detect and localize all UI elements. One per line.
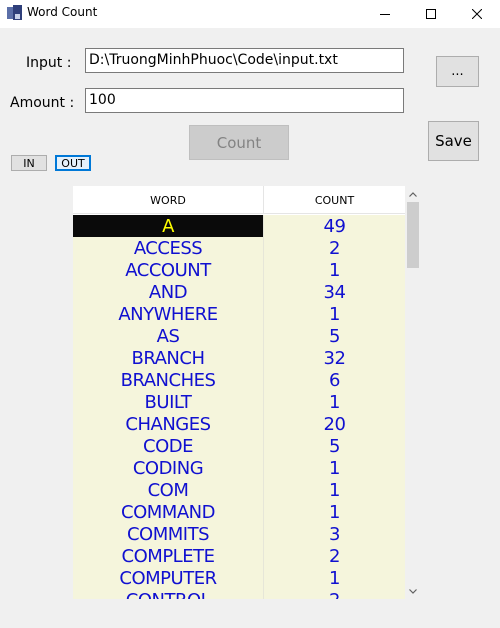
count-cell[interactable]: 49: [263, 215, 405, 237]
word-cell[interactable]: COM: [73, 479, 263, 501]
vertical-scrollbar[interactable]: [405, 186, 421, 599]
table-row[interactable]: BRANCH 32: [73, 347, 405, 369]
count-cell[interactable]: 1: [263, 501, 405, 523]
in-button-label: IN: [23, 156, 35, 170]
maximize-icon: [426, 9, 436, 19]
out-button[interactable]: OUT: [55, 155, 91, 171]
count-cell[interactable]: 32: [263, 347, 405, 369]
maximize-button[interactable]: [408, 0, 454, 28]
word-cell[interactable]: CHANGES: [73, 413, 263, 435]
app-icon: [7, 5, 23, 21]
table-row[interactable]: COMPLETE 2: [73, 545, 405, 567]
table-row[interactable]: BRANCHES 6: [73, 369, 405, 391]
word-cell[interactable]: BUILT: [73, 391, 263, 413]
count-cell[interactable]: 1: [263, 567, 405, 589]
word-cell[interactable]: BRANCHES: [73, 369, 263, 391]
close-button[interactable]: [454, 0, 500, 28]
table-row[interactable]: CODE 5: [73, 435, 405, 457]
input-path-field[interactable]: D:\TruongMinhPhuoc\Code\input.txt: [85, 48, 404, 73]
word-cell[interactable]: AND: [73, 281, 263, 303]
count-cell[interactable]: 2: [263, 545, 405, 567]
word-cell[interactable]: ANYWHERE: [73, 303, 263, 325]
window-title: Word Count: [27, 5, 98, 19]
amount-field[interactable]: 100: [85, 88, 404, 113]
browse-button[interactable]: ...: [436, 56, 479, 87]
count-cell[interactable]: 3: [263, 523, 405, 545]
grid-header: WORD COUNT: [73, 186, 405, 214]
grid-rows: A 49 ACCESS 2 ACCOUNT 1 AND 34 ANYWHERE 1 AS 5 BRANC…: [73, 215, 405, 599]
count-cell[interactable]: 5: [263, 325, 405, 347]
count-cell[interactable]: 1: [263, 259, 405, 281]
table-row[interactable]: COMPUTER 1: [73, 567, 405, 589]
word-cell[interactable]: COMPLETE: [73, 545, 263, 567]
input-label: Input :: [26, 55, 72, 71]
count-cell[interactable]: 2: [263, 237, 405, 259]
table-row[interactable]: ACCESS 2: [73, 237, 405, 259]
word-cell[interactable]: COMMITS: [73, 523, 263, 545]
table-row[interactable]: COMMITS 3: [73, 523, 405, 545]
word-cell[interactable]: ACCOUNT: [73, 259, 263, 281]
count-cell[interactable]: 1: [263, 479, 405, 501]
count-cell[interactable]: 2: [263, 589, 405, 599]
minimize-button[interactable]: [362, 0, 408, 28]
word-cell[interactable]: A: [73, 215, 263, 237]
out-button-label: OUT: [61, 156, 85, 170]
count-cell[interactable]: 6: [263, 369, 405, 391]
table-row[interactable]: BUILT 1: [73, 391, 405, 413]
table-row[interactable]: COMMAND 1: [73, 501, 405, 523]
count-button[interactable]: Count: [189, 125, 289, 160]
count-button-label: Count: [216, 133, 262, 152]
save-button[interactable]: Save: [428, 121, 479, 161]
scroll-up-button[interactable]: [405, 186, 421, 202]
count-cell[interactable]: 1: [263, 391, 405, 413]
word-cell[interactable]: COMPUTER: [73, 567, 263, 589]
word-cell[interactable]: CONTROL: [73, 589, 263, 600]
table-row[interactable]: AS 5: [73, 325, 405, 347]
count-cell[interactable]: 1: [263, 457, 405, 479]
table-row[interactable]: CONTROL2: [73, 589, 405, 599]
count-cell[interactable]: 5: [263, 435, 405, 457]
count-cell[interactable]: 20: [263, 413, 405, 435]
word-cell[interactable]: COMMAND: [73, 501, 263, 523]
title-bar: Word Count: [0, 0, 500, 28]
scrollbar-thumb[interactable]: [407, 202, 419, 268]
column-header-count[interactable]: COUNT: [263, 186, 405, 214]
close-icon: [472, 9, 482, 19]
word-cell[interactable]: BRANCH: [73, 347, 263, 369]
scroll-down-icon: [409, 588, 417, 594]
in-button[interactable]: IN: [11, 155, 47, 171]
count-cell[interactable]: 1: [263, 303, 405, 325]
word-cell[interactable]: CODE: [73, 435, 263, 457]
word-cell[interactable]: ACCESS: [73, 237, 263, 259]
amount-label: Amount :: [10, 95, 75, 111]
scroll-down-button[interactable]: [405, 583, 421, 599]
column-header-word[interactable]: WORD: [73, 186, 263, 214]
table-row[interactable]: ANYWHERE 1: [73, 303, 405, 325]
table-row[interactable]: CHANGES 20: [73, 413, 405, 435]
table-row[interactable]: A 49: [73, 215, 405, 237]
scroll-up-icon: [409, 191, 417, 197]
table-row[interactable]: COM 1: [73, 479, 405, 501]
word-count-grid[interactable]: WORD COUNT A 49 ACCESS 2 ACCOUNT 1 AND 34 ANYWHE…: [73, 186, 421, 599]
word-cell[interactable]: AS: [73, 325, 263, 347]
table-row[interactable]: ACCOUNT 1: [73, 259, 405, 281]
save-button-label: Save: [435, 132, 472, 150]
word-cell[interactable]: CODING: [73, 457, 263, 479]
table-row[interactable]: AND 34: [73, 281, 405, 303]
table-row[interactable]: CODING 1: [73, 457, 405, 479]
browse-button-label: ...: [451, 64, 464, 79]
count-cell[interactable]: 34: [263, 281, 405, 303]
minimize-icon: [380, 14, 390, 15]
